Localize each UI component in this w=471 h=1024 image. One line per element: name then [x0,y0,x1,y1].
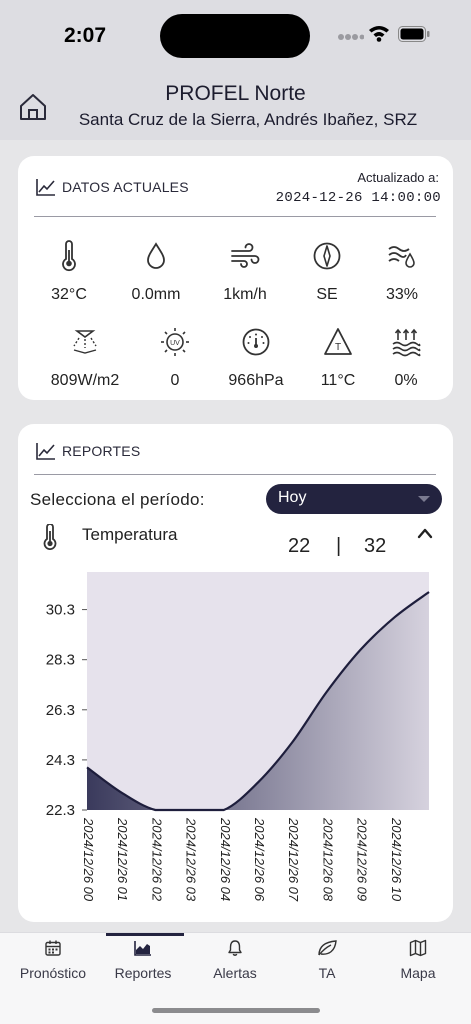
divider [34,216,436,217]
wind-icon [231,243,260,268]
station-header: PROFEL Norte Santa Cruz de la Sierra, An… [0,70,471,140]
active-tab-indicator [106,933,184,936]
temp-max-value: 32 [364,535,387,557]
y-tick-label: 28.3 [46,652,75,669]
metric-uv-index: UV 0 [135,326,215,390]
tab-label: TA [318,965,336,981]
map-icon [409,939,427,957]
battery-icon [398,26,430,42]
x-tick-label: 2024/12/26 10 [389,817,404,902]
chevron-down-icon [418,496,430,502]
y-tick-label: 30.3 [46,602,75,619]
x-tick-label: 2024/12/26 04 [218,817,233,901]
evaporation-icon [392,328,421,357]
updated-label: Actualizado a: [357,170,439,185]
x-tick-label: 2024/12/26 03 [184,817,199,902]
x-tick-label: 2024/12/26 07 [286,817,301,902]
wifi-icon [369,26,389,42]
chevron-up-icon[interactable] [416,526,434,540]
temp-separator: | [336,535,342,557]
status-bar: 2:07 [0,0,471,70]
x-tick-label: 2024/12/26 00 [81,817,96,902]
updated-date: 2024-12-26 14:00:00 [275,190,441,206]
metric-temperature: 32°C [29,240,109,304]
variable-label: Temperatura [82,525,178,544]
metric-evaporation: 0% [366,326,446,390]
current-data-card: DATOS ACTUALES Actualizado a: 2024-12-26… [18,156,453,400]
tab-pronostico[interactable]: Pronóstico [6,939,100,981]
temperature-chart: 22.3 24.3 26.3 28.3 30.3 2024/12/26 00 2024/12… [46,572,430,902]
metric-value: 809W/m2 [50,372,120,389]
metric-value: 0% [394,372,418,389]
metric-wind-direction: SE [287,240,367,304]
raindrop-icon [147,242,165,269]
thermometer-icon [43,524,57,550]
tab-label: Mapa [400,965,436,981]
line-chart-icon [36,443,55,460]
metric-humidity: 33% [362,240,442,304]
calendar-icon [45,940,61,956]
metric-value: 0 [170,372,180,389]
home-indicator [152,1008,320,1013]
tab-label: Reportes [114,965,172,981]
metric-precipitation: 0.0mm [116,240,196,304]
x-tick-label: 2024/12/26 02 [149,817,164,902]
period-select[interactable]: Hoy [266,484,442,514]
station-location: Santa Cruz de la Sierra, Andrés Ibañez, … [78,110,418,129]
x-tick-label: 2024/12/26 01 [115,817,130,901]
tab-label: Alertas [213,965,257,981]
metric-value: 32°C [51,286,87,303]
x-tick-label: 2024/12/26 09 [355,817,370,901]
dynamic-island [160,14,310,58]
line-chart-icon [36,179,55,196]
metric-value: 1km/h [223,286,267,303]
svg-text:T: T [335,342,341,353]
metric-solar-radiation: 809W/m2 [45,326,125,390]
cellular-signal-icon [338,34,364,40]
metric-value: SE [316,286,338,303]
reports-title: REPORTES [36,442,140,460]
x-tick-label: 2024/12/26 08 [320,817,335,902]
reports-title-text: REPORTES [62,443,141,459]
metric-pressure: 966hPa [216,326,296,390]
current-data-title: DATOS ACTUALES [36,178,189,196]
solar-radiation-icon [73,330,97,354]
compass-icon [313,242,341,270]
temp-min-value: 22 [288,535,311,557]
dew-point-icon: T [324,328,352,355]
leaf-icon [318,940,337,956]
chart-icon [134,941,151,956]
tab-alertas[interactable]: Alertas [188,939,282,981]
tab-label: Pronóstico [19,965,87,981]
status-time: 2:07 [64,24,107,47]
x-tick-label: 2024/12/26 06 [252,817,267,902]
period-label: Selecciona el período: [30,490,205,509]
uv-index-icon: UV [161,328,189,356]
metric-wind-speed: 1km/h [205,240,285,304]
y-tick-label: 26.3 [46,702,75,719]
metric-value: 966hPa [228,372,284,389]
tab-reportes[interactable]: Reportes [96,933,190,981]
y-tick-label: 24.3 [46,752,75,769]
current-data-title-text: DATOS ACTUALES [62,179,189,195]
metric-value: 33% [385,286,419,303]
period-select-value: Hoy [278,489,307,506]
station-name: PROFEL Norte [165,82,306,105]
bell-icon [228,940,242,956]
y-tick-label: 22.3 [46,802,75,819]
pressure-gauge-icon [242,328,270,356]
humidity-icon [388,246,415,268]
tab-mapa[interactable]: Mapa [371,939,465,981]
divider [34,474,436,475]
metric-value: 0.0mm [131,286,181,303]
thermometer-icon [62,240,76,272]
svg-text:UV: UV [170,340,180,347]
tab-ta[interactable]: TA [280,939,374,981]
